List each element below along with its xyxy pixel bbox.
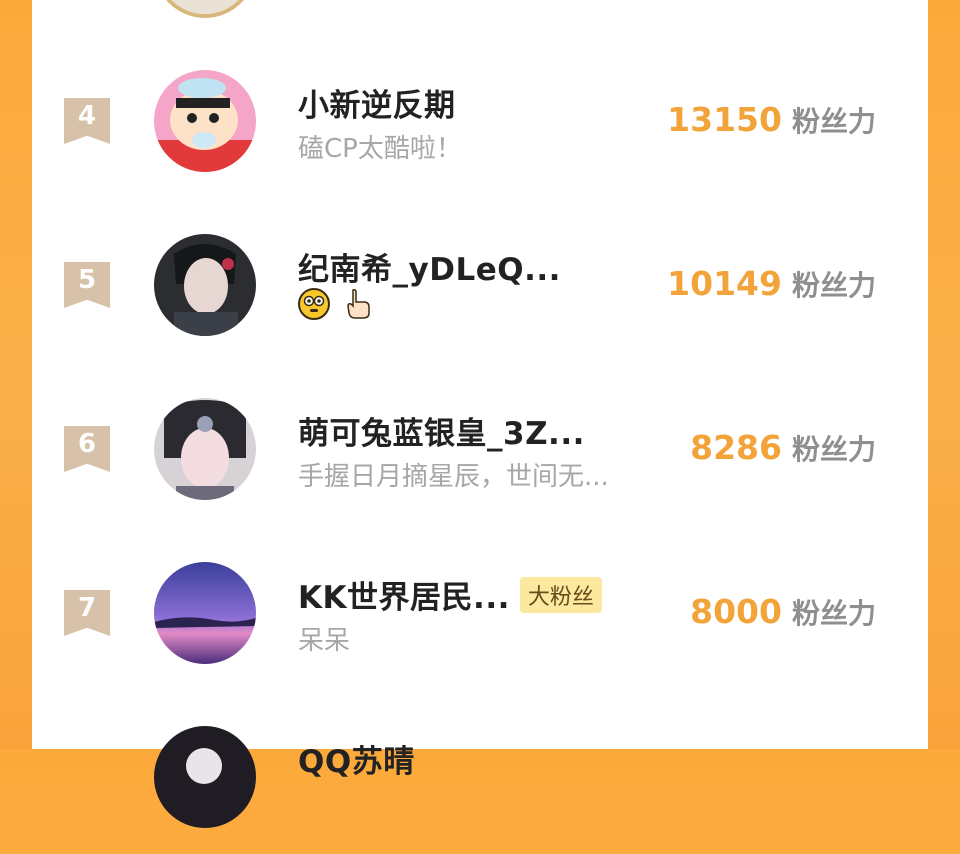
fan-badge: 大粉丝 — [519, 576, 602, 613]
avatar[interactable] — [154, 726, 256, 828]
fan-power: 8286 粉丝力 — [690, 428, 876, 468]
avatar[interactable] — [154, 562, 256, 664]
list-item[interactable]: QQ苏晴 — [32, 704, 928, 854]
avatar[interactable] — [154, 398, 256, 500]
user-signature: 呆呆 — [298, 626, 351, 656]
fan-power: 10149 粉丝力 — [667, 264, 876, 304]
fan-power-value: 10149 — [667, 264, 782, 303]
fan-power: 8000 粉丝力 — [690, 592, 876, 632]
rank-ribbon: 5 — [64, 262, 110, 308]
rank-ribbon: 6 — [64, 426, 110, 472]
user-signature: 磕CP太酷啦！ — [298, 134, 462, 164]
rank-ribbon: 7 — [64, 590, 110, 636]
avatar[interactable] — [154, 234, 256, 336]
user-name[interactable]: 萌可兔蓝银皇_3Z... — [298, 408, 585, 453]
user-name[interactable]: 小新逆反期 — [298, 80, 456, 125]
pointing-hand-emoji — [344, 288, 372, 320]
fan-power-unit: 粉丝力 — [791, 597, 876, 630]
rank-ribbon: 4 — [64, 98, 110, 144]
fan-power-value: 8000 — [690, 592, 782, 631]
user-name[interactable]: QQ苏晴 — [298, 736, 415, 781]
list-item[interactable]: 7 KK世界居民... 大粉丝 呆呆 8000 粉丝力 — [32, 540, 928, 690]
flushed-face-emoji — [298, 288, 330, 320]
list-item[interactable]: 4 小新逆反期 磕CP太酷啦！ 13150 粉丝力 — [32, 48, 928, 198]
fan-power-value: 8286 — [690, 428, 782, 467]
user-signature — [298, 288, 372, 327]
list-item[interactable]: 5 纪南希_yDLeQ... 10149 粉丝力 — [32, 212, 928, 362]
user-name[interactable]: KK世界居民... — [298, 572, 510, 617]
fan-power-value: 13150 — [667, 100, 782, 139]
list-item[interactable]: 6 萌可兔蓝银皇_3Z... 手握日月摘星辰，世间无... 8286 粉丝力 — [32, 376, 928, 526]
avatar[interactable] — [154, 0, 256, 18]
user-signature: 手握日月摘星辰，世间无... — [298, 462, 609, 492]
fan-power-unit: 粉丝力 — [791, 105, 876, 138]
user-name[interactable]: 纪南希_yDLeQ... — [298, 244, 561, 289]
ranking-panel: 4 小新逆反期 磕CP太酷啦！ 13150 粉丝力 5 纪南希_yDLeQ...… — [32, 0, 928, 828]
avatar[interactable] — [154, 70, 256, 172]
fan-power: 13150 粉丝力 — [667, 100, 876, 140]
fan-power-unit: 粉丝力 — [791, 269, 876, 302]
fan-power-unit: 粉丝力 — [791, 433, 876, 466]
